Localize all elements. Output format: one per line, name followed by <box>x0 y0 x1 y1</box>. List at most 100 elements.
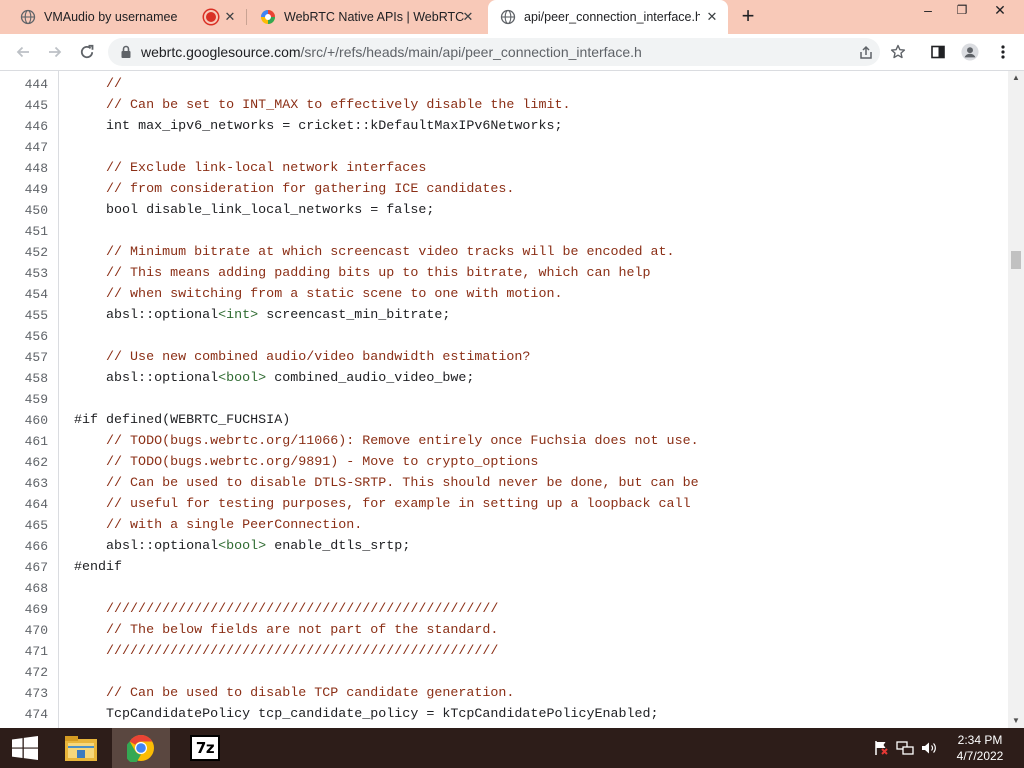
tab-webrtc-native-apis[interactable]: WebRTC Native APIs | WebRTC ✕ <box>248 0 484 34</box>
code-line: 457 // Use new combined audio/video band… <box>0 347 1008 368</box>
code-line: 472 <box>0 662 1008 683</box>
code-line: 453 // This means adding padding bits up… <box>0 263 1008 284</box>
code-line: 444 // <box>0 74 1008 95</box>
line-number[interactable]: 460 <box>0 410 48 431</box>
webrtc-icon <box>260 9 276 25</box>
taskbar-chrome[interactable] <box>112 728 170 768</box>
line-number[interactable]: 456 <box>0 326 48 347</box>
more-menu-icon[interactable] <box>994 43 1012 61</box>
line-number[interactable]: 474 <box>0 704 48 725</box>
vertical-scrollbar[interactable]: ▲ ▼ <box>1008 71 1024 728</box>
chrome-icon <box>127 735 154 762</box>
line-number[interactable]: 458 <box>0 368 48 389</box>
reload-icon <box>80 44 94 59</box>
scroll-down-arrow-icon[interactable]: ▼ <box>1008 714 1024 728</box>
line-number[interactable]: 454 <box>0 284 48 305</box>
url-text[interactable]: webrtc.googlesource.com/src/+/refs/heads… <box>141 44 642 60</box>
line-number[interactable]: 473 <box>0 683 48 704</box>
line-number[interactable]: 447 <box>0 137 48 158</box>
line-number[interactable]: 472 <box>0 662 48 683</box>
address-bar[interactable]: webrtc.googlesource.com/src/+/refs/heads… <box>108 38 880 66</box>
code-text: // Use new combined audio/video bandwidt… <box>106 350 531 365</box>
minimize-button[interactable]: – <box>912 0 944 22</box>
line-number[interactable]: 453 <box>0 263 48 284</box>
source-code-view[interactable]: 444 //445 // Can be set to INT_MAX to ef… <box>0 71 1008 728</box>
line-number[interactable]: 464 <box>0 494 48 515</box>
code-text: // Minimum bitrate at which screencast v… <box>106 245 675 260</box>
line-number[interactable]: 448 <box>0 158 48 179</box>
code-line: 447 <box>0 137 1008 158</box>
line-number[interactable]: 452 <box>0 242 48 263</box>
windows-taskbar: 7z 2:34 PM 4/7/2022 <box>0 728 1024 768</box>
code-line: 461 // TODO(bugs.webrtc.org/11066): Remo… <box>0 431 1008 452</box>
tab-title: WebRTC Native APIs | WebRTC <box>284 10 464 24</box>
volume-icon[interactable] <box>920 740 938 756</box>
scrollbar-thumb[interactable] <box>1011 251 1021 269</box>
line-number[interactable]: 459 <box>0 389 48 410</box>
line-number[interactable]: 446 <box>0 116 48 137</box>
scroll-up-arrow-icon[interactable]: ▲ <box>1008 71 1024 85</box>
share-icon[interactable] <box>857 44 875 62</box>
line-number[interactable]: 449 <box>0 179 48 200</box>
bookmark-star-icon[interactable] <box>889 43 907 61</box>
clock-date: 4/7/2022 <box>956 749 1004 763</box>
line-number[interactable]: 467 <box>0 557 48 578</box>
code-line: 471 ////////////////////////////////////… <box>0 641 1008 662</box>
code-line: 451 <box>0 221 1008 242</box>
restore-button[interactable]: ❐ <box>946 0 978 22</box>
arrow-left-icon <box>16 46 29 58</box>
windows-logo-icon <box>12 736 38 760</box>
line-number[interactable]: 455 <box>0 305 48 326</box>
line-number[interactable]: 451 <box>0 221 48 242</box>
tab-peer-connection-interface[interactable]: api/peer_connection_interface.h ✕ <box>488 0 728 34</box>
close-window-button[interactable]: ✕ <box>984 0 1016 22</box>
code-text: bool disable_link_local_networks = false… <box>106 203 435 218</box>
line-number[interactable]: 457 <box>0 347 48 368</box>
code-text: // Can be used to disable DTLS-SRTP. Thi… <box>106 476 699 491</box>
code-text: absl::optional<bool> combined_audio_vide… <box>74 371 475 386</box>
network-icon[interactable] <box>896 740 914 756</box>
code-line: 458 absl::optional<bool> combined_audio_… <box>0 368 1008 389</box>
lock-icon[interactable] <box>120 45 132 64</box>
close-tab-icon[interactable]: ✕ <box>460 9 476 25</box>
code-line: 454 // when switching from a static scen… <box>0 284 1008 305</box>
line-number[interactable]: 465 <box>0 515 48 536</box>
line-number[interactable]: 462 <box>0 452 48 473</box>
line-number[interactable]: 466 <box>0 536 48 557</box>
7zip-icon: 7z <box>190 735 220 761</box>
line-number[interactable]: 445 <box>0 95 48 116</box>
file-explorer-icon <box>65 736 97 761</box>
line-number[interactable]: 450 <box>0 200 48 221</box>
tab-vmaudio[interactable]: VMAudio by usernamee ✕ <box>8 0 240 34</box>
line-number[interactable]: 461 <box>0 431 48 452</box>
code-text: TcpCandidatePolicy tcp_candidate_policy … <box>74 707 659 722</box>
code-text: // <box>106 77 123 92</box>
line-number[interactable]: 470 <box>0 620 48 641</box>
arrow-right-icon <box>49 46 62 58</box>
line-number[interactable]: 463 <box>0 473 48 494</box>
taskbar-7zip[interactable]: 7z <box>176 728 234 768</box>
close-tab-icon[interactable]: ✕ <box>222 9 238 25</box>
code-line: 466 absl::optional<bool> enable_dtls_srt… <box>0 536 1008 557</box>
url-host: webrtc.googlesource.com <box>141 44 301 60</box>
code-line: 445 // Can be set to INT_MAX to effectiv… <box>0 95 1008 116</box>
code-line: 462 // TODO(bugs.webrtc.org/9891) - Move… <box>0 452 1008 473</box>
reload-button[interactable] <box>76 41 98 63</box>
line-number[interactable]: 471 <box>0 641 48 662</box>
action-center-flag-icon[interactable] <box>872 740 890 756</box>
code-text: // This means adding padding bits up to … <box>106 266 651 281</box>
forward-button[interactable] <box>44 41 66 63</box>
code-text: // TODO(bugs.webrtc.org/9891) - Move to … <box>106 455 539 470</box>
close-tab-icon[interactable]: ✕ <box>704 9 720 25</box>
profile-avatar-icon[interactable] <box>961 43 979 61</box>
line-number[interactable]: 468 <box>0 578 48 599</box>
start-button[interactable] <box>0 728 50 768</box>
line-number[interactable]: 469 <box>0 599 48 620</box>
taskbar-file-explorer[interactable] <box>52 728 110 768</box>
back-button[interactable] <box>12 41 34 63</box>
system-clock[interactable]: 2:34 PM 4/7/2022 <box>940 732 1020 764</box>
line-number[interactable]: 444 <box>0 74 48 95</box>
side-panel-icon[interactable] <box>929 43 947 61</box>
code-line: 459 <box>0 389 1008 410</box>
new-tab-button[interactable]: + <box>738 5 758 27</box>
